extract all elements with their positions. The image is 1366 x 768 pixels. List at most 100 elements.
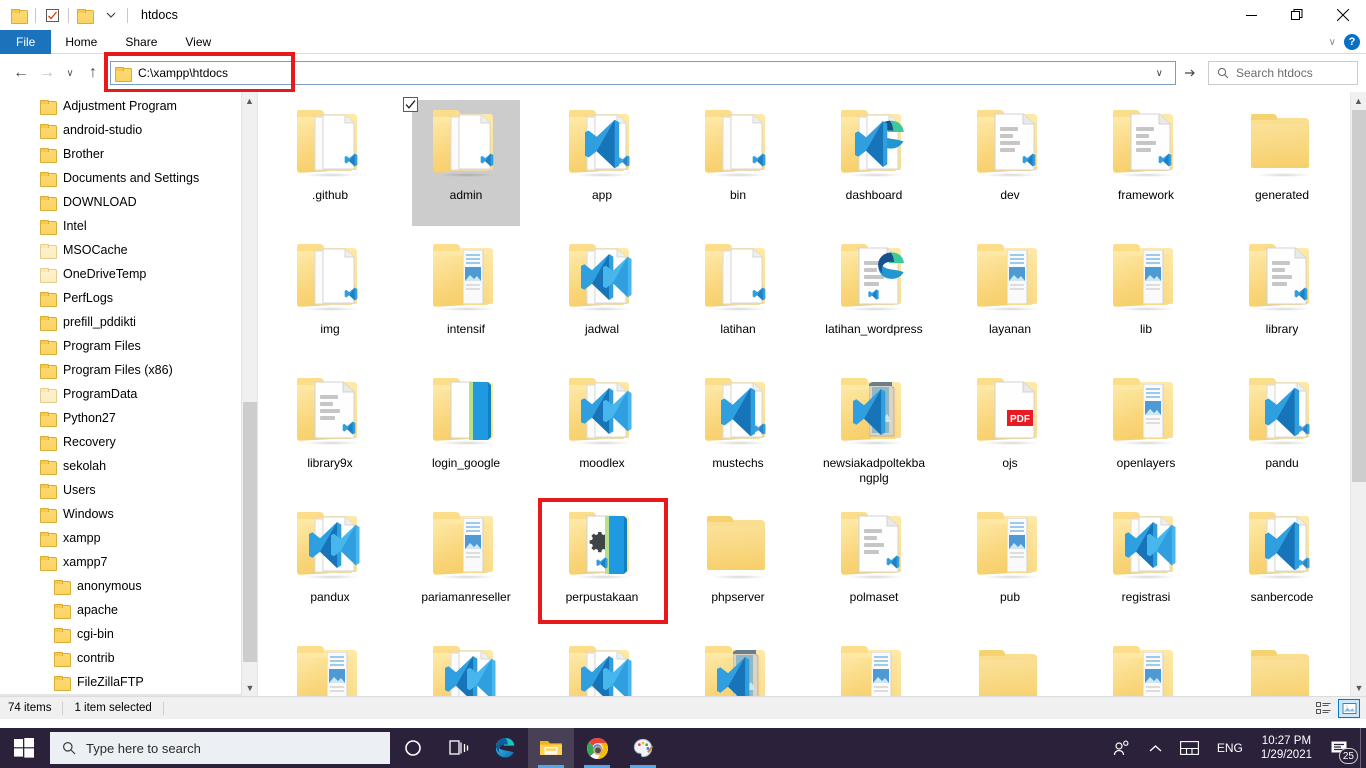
tab-file[interactable]: File bbox=[0, 30, 52, 54]
sidebar-item-python27[interactable]: Python27 bbox=[0, 406, 257, 430]
file-item-sistem-administrasi-keuagan[interactable]: Sistem-Administrasi-Keuagan bbox=[670, 630, 806, 696]
recent-locations-icon[interactable]: ∨ bbox=[60, 60, 80, 86]
sidebar-item-perflogs[interactable]: PerfLogs bbox=[0, 286, 257, 310]
sidebar-item-xampp7[interactable]: xampp7 bbox=[0, 550, 257, 574]
file-item-img[interactable]: img bbox=[262, 228, 398, 362]
file-item-sanbercode[interactable]: sanbercode bbox=[1214, 496, 1350, 630]
google-chrome-icon[interactable] bbox=[574, 728, 620, 768]
file-item[interactable] bbox=[942, 630, 1078, 696]
sidebar-item-onedrivetemp[interactable]: OneDriveTemp bbox=[0, 262, 257, 286]
sidebar-item-anonymous[interactable]: anonymous bbox=[0, 574, 257, 598]
microsoft-edge-icon[interactable] bbox=[482, 728, 528, 768]
paint-icon[interactable] bbox=[620, 728, 666, 768]
sidebar-item-download[interactable]: DOWNLOAD bbox=[0, 190, 257, 214]
sidebar-item-program-files-x86-[interactable]: Program Files (x86) bbox=[0, 358, 257, 382]
file-item-login-google[interactable]: login_google bbox=[398, 362, 534, 496]
up-button[interactable]: ↑ bbox=[80, 60, 106, 86]
file-item-lib[interactable]: lib bbox=[1078, 228, 1214, 362]
sidebar-scrollbar[interactable]: ▲ ▼ bbox=[241, 92, 257, 696]
scroll-down-arrow[interactable]: ▼ bbox=[1351, 679, 1366, 696]
large-icons-view-button[interactable] bbox=[1338, 699, 1360, 718]
maximize-button[interactable] bbox=[1274, 0, 1320, 30]
chevron-down-icon[interactable]: ∨ bbox=[1329, 37, 1336, 48]
sidebar-item-contrib[interactable]: contrib bbox=[0, 646, 257, 670]
details-view-button[interactable] bbox=[1312, 699, 1334, 718]
file-item-perpustakaan[interactable]: perpustakaan bbox=[534, 496, 670, 630]
file-item-admin[interactable]: admin bbox=[398, 94, 534, 228]
sidebar-item-sekolah[interactable]: sekolah bbox=[0, 454, 257, 478]
task-view-icon[interactable] bbox=[436, 728, 482, 768]
file-item-openlayers[interactable]: openlayers bbox=[1078, 362, 1214, 496]
file-item-pub[interactable]: pub bbox=[942, 496, 1078, 630]
sidebar-item-cgi-bin[interactable]: cgi-bin bbox=[0, 622, 257, 646]
sidebar-item-adjustment-program[interactable]: Adjustment Program bbox=[0, 94, 257, 118]
sidebar-item-program-files[interactable]: Program Files bbox=[0, 334, 257, 358]
file-item-moodlex[interactable]: moodlex bbox=[534, 362, 670, 496]
close-button[interactable] bbox=[1320, 0, 1366, 30]
sidebar-item-brother[interactable]: Brother bbox=[0, 142, 257, 166]
file-item-polmaset[interactable]: polmaset bbox=[806, 496, 942, 630]
help-icon[interactable]: ? bbox=[1344, 34, 1360, 50]
start-button[interactable] bbox=[0, 728, 48, 768]
sidebar-item-recovery[interactable]: Recovery bbox=[0, 430, 257, 454]
minimize-button[interactable] bbox=[1228, 0, 1274, 30]
sidebar-item-msocache[interactable]: MSOCache bbox=[0, 238, 257, 262]
file-item-simaset[interactable]: simaset bbox=[398, 630, 534, 696]
search-box[interactable]: Search htdocs bbox=[1208, 61, 1358, 85]
scrollbar-thumb[interactable] bbox=[1352, 110, 1366, 482]
file-item-pandu[interactable]: pandu bbox=[1214, 362, 1350, 496]
action-center-button[interactable]: 25 bbox=[1320, 728, 1360, 768]
file-item-library9x[interactable]: library9x bbox=[262, 362, 398, 496]
sidebar-item-documents-and-settings[interactable]: Documents and Settings bbox=[0, 166, 257, 190]
sidebar-item-prefill-pddikti[interactable]: prefill_pddikti bbox=[0, 310, 257, 334]
file-explorer-icon[interactable] bbox=[528, 728, 574, 768]
sidebar-item-windows[interactable]: Windows bbox=[0, 502, 257, 526]
file-item-pandux[interactable]: pandux bbox=[262, 496, 398, 630]
file-item-app[interactable]: app bbox=[534, 94, 670, 228]
people-icon[interactable] bbox=[1105, 728, 1139, 768]
clock[interactable]: 10:27 PM 1/29/2021 bbox=[1253, 734, 1320, 762]
file-item-phpserver[interactable]: phpserver bbox=[670, 496, 806, 630]
scrollbar-thumb[interactable] bbox=[243, 402, 257, 662]
sidebar-item-apache[interactable]: apache bbox=[0, 598, 257, 622]
content-scrollbar[interactable]: ▲ ▼ bbox=[1350, 92, 1366, 696]
language-indicator[interactable]: ENG bbox=[1207, 741, 1253, 755]
file-item-framework[interactable]: framework bbox=[1078, 94, 1214, 228]
show-hidden-icons-chevron[interactable] bbox=[1139, 728, 1173, 768]
properties-icon[interactable] bbox=[39, 2, 65, 28]
file-item-latihan[interactable]: latihan bbox=[670, 228, 806, 362]
chevron-down-icon[interactable]: ∨ bbox=[1148, 68, 1171, 79]
sidebar-item-users[interactable]: Users bbox=[0, 478, 257, 502]
file-item-dev[interactable]: dev bbox=[942, 94, 1078, 228]
folder-icon[interactable] bbox=[6, 2, 32, 28]
tab-home[interactable]: Home bbox=[51, 30, 111, 54]
file-item-registrasi[interactable]: registrasi bbox=[1078, 496, 1214, 630]
file-item[interactable] bbox=[806, 630, 942, 696]
tab-view[interactable]: View bbox=[171, 30, 225, 54]
taskbar-search-box[interactable]: Type here to search bbox=[50, 732, 390, 764]
file-item[interactable] bbox=[1078, 630, 1214, 696]
cortana-icon[interactable] bbox=[390, 728, 436, 768]
back-button[interactable]: ← bbox=[8, 60, 34, 86]
new-folder-icon[interactable] bbox=[72, 2, 98, 28]
file-item-bin[interactable]: bin bbox=[670, 94, 806, 228]
file-item-library[interactable]: library bbox=[1214, 228, 1350, 362]
touch-keyboard-icon[interactable] bbox=[1173, 728, 1207, 768]
file-item-mustechs[interactable]: mustechs bbox=[670, 362, 806, 496]
sidebar-item-xampp[interactable]: xampp bbox=[0, 526, 257, 550]
refresh-button[interactable] bbox=[1176, 61, 1204, 85]
sidebar-item-intel[interactable]: Intel bbox=[0, 214, 257, 238]
file-item-dashboard[interactable]: dashboard bbox=[806, 94, 942, 228]
show-desktop-button[interactable] bbox=[1360, 728, 1366, 768]
file-item-generated[interactable]: generated bbox=[1214, 94, 1350, 228]
file-item-jadwal[interactable]: jadwal bbox=[534, 228, 670, 362]
file-item-intensif[interactable]: intensif bbox=[398, 228, 534, 362]
sidebar-item-filezillaftp[interactable]: FileZillaFTP bbox=[0, 670, 257, 694]
customize-toolbar-icon[interactable] bbox=[98, 2, 124, 28]
item-checkbox[interactable] bbox=[403, 97, 418, 112]
file-item--github[interactable]: .github bbox=[262, 94, 398, 228]
file-item-siskeu[interactable]: siskeu bbox=[534, 630, 670, 696]
file-item-layanan[interactable]: layanan bbox=[942, 228, 1078, 362]
file-item-ojs[interactable]: PDF ojs bbox=[942, 362, 1078, 496]
file-item[interactable] bbox=[1214, 630, 1350, 696]
